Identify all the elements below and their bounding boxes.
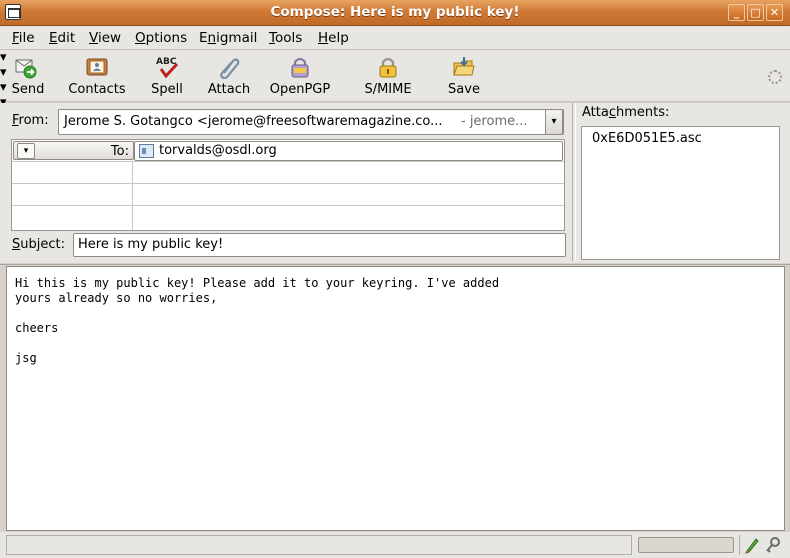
subject-value: Here is my public key! [78,237,224,252]
openpgp-button[interactable]: OpenPGP [266,50,334,102]
menu-bar: File Edit View Options Enigmail Tools He… [0,26,790,50]
status-bar [0,532,790,558]
recipient-row-empty[interactable] [12,162,564,184]
title-bar: Compose: Here is my public key! _ □ ✕ [0,0,790,26]
attach-button[interactable]: Attach [202,50,256,102]
recipient-row-empty[interactable] [12,206,564,230]
chevron-down-icon[interactable]: ▾ [545,109,563,135]
message-body-editor[interactable]: Hi this is my public key! Please add it … [6,266,785,531]
send-button[interactable]: Send [4,50,52,102]
contact-card-icon [139,144,154,158]
save-label: Save [448,82,480,97]
smime-label: S/MIME [364,82,412,97]
throbber-icon [768,70,782,84]
spell-check-icon: ABC [156,57,179,79]
message-body-text: Hi this is my public key! Please add it … [15,276,500,365]
from-address: Jerome S. Gotangco <jerome@freesoftwarem… [64,114,443,129]
recipient-address: torvalds@osdl.org [159,143,277,158]
contacts-button[interactable]: Contacts [64,50,130,102]
padlock-icon [379,57,397,78]
progress-meter [638,537,734,553]
contacts-label: Contacts [68,82,126,97]
attachments-label: Attachments: [582,105,670,120]
menu-file[interactable]: File [12,30,35,46]
close-button[interactable]: ✕ [766,4,783,21]
recipient-address-input[interactable]: torvalds@osdl.org [134,141,563,161]
from-label: From: [12,113,49,128]
recipient-row: ▾ To: torvalds@osdl.org [12,140,564,162]
menu-options[interactable]: Options [135,30,187,46]
openpgp-label: OpenPGP [269,82,331,97]
menu-tools[interactable]: Tools [269,30,302,46]
send-icon [15,59,37,79]
recipient-row-empty[interactable] [12,184,564,206]
address-book-icon [86,58,108,76]
attachments-list[interactable]: 0xE6D051E5.asc [581,126,780,260]
window-title: Compose: Here is my public key! [270,4,520,20]
spell-button[interactable]: ABC Spell [144,50,190,102]
pgp-lock-icon [291,57,309,78]
smime-button[interactable]: S/MIME [360,50,416,102]
paperclip-icon [220,58,240,79]
chevron-down-icon[interactable]: ▾ [17,143,35,159]
menu-view[interactable]: View [89,30,121,46]
signed-pencil-icon[interactable] [743,536,761,554]
recipients-table: ▾ To: torvalds@osdl.org [11,139,565,231]
status-text-cell [6,535,632,555]
maximize-button[interactable]: □ [747,4,764,21]
encryption-key-icon[interactable] [764,536,782,554]
from-account: - jerome... [461,114,528,129]
save-folder-icon [453,57,475,76]
recipient-type-label: To: [110,144,129,159]
body-splitter[interactable] [0,262,790,265]
subject-label: Subject: [12,237,65,252]
save-button[interactable]: Save [440,50,488,102]
subject-input[interactable]: Here is my public key! [73,233,566,257]
minimize-button[interactable]: _ [728,4,745,21]
menu-edit[interactable]: Edit [49,30,75,46]
toolbar: Send Contacts ABC Spell Attach ▾ OpenPGP… [0,50,790,110]
attachment-item[interactable]: 0xE6D051E5.asc [592,131,702,146]
header-splitter[interactable] [572,103,576,261]
from-select[interactable]: Jerome S. Gotangco <jerome@freesoftwarem… [58,109,564,135]
attach-label: Attach [207,82,251,97]
recipient-type-select[interactable]: ▾ To: [13,141,134,160]
menu-enigmail[interactable]: Enigmail [199,30,257,46]
send-label: Send [11,82,45,97]
menu-help[interactable]: Help [318,30,349,46]
spell-label: Spell [151,82,183,97]
